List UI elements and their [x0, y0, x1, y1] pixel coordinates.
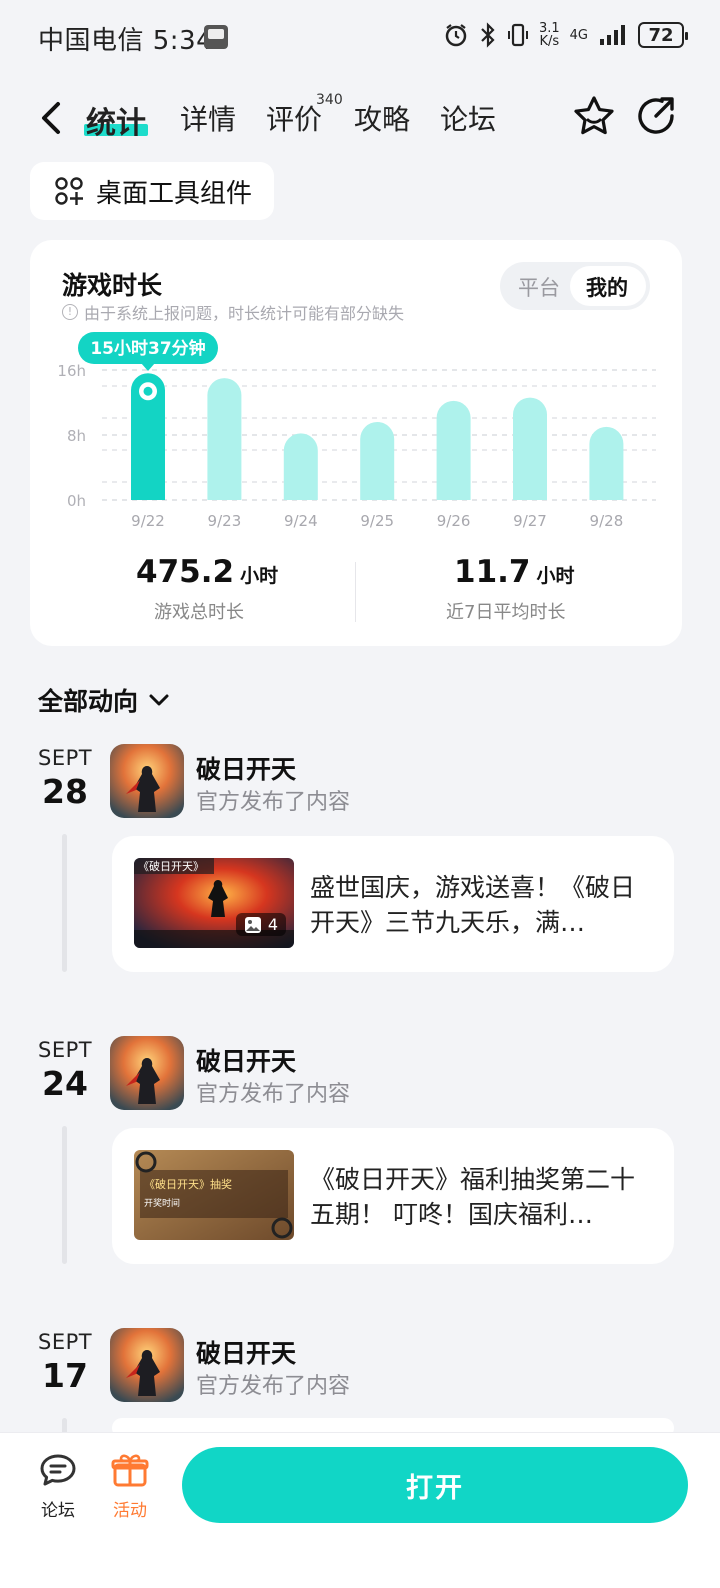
activity-nav-button[interactable]: 活动	[100, 1452, 160, 1521]
forum-chat-icon	[40, 1454, 76, 1486]
x-tick-label: 9/23	[208, 512, 242, 530]
total-playtime: 475.2 小时	[136, 554, 278, 590]
svg-text:《破日开天》: 《破日开天》	[138, 859, 204, 873]
x-tick-label: 9/25	[360, 512, 394, 530]
post-text[interactable]: 盛世国庆，游戏送喜！《破日开天》三节九天乐，满…	[310, 870, 650, 940]
playtime-title: 游戏时长	[62, 271, 163, 300]
status-icons: 3.1 K/s 4G 72	[443, 21, 688, 49]
game-avatar[interactable]	[110, 1036, 184, 1110]
x-tick-label: 9/22	[131, 512, 165, 530]
playtime-note: ! 由于系统上报问题，时长统计可能有部分缺失	[62, 300, 404, 324]
game-name[interactable]: 破日开天	[196, 1042, 296, 1078]
back-arrow-icon[interactable]	[36, 98, 72, 138]
timeline-line	[62, 1126, 67, 1264]
total-playtime-unit: 小时	[240, 565, 279, 587]
feed-item-month: SEPT	[38, 746, 93, 770]
tab-forum[interactable]: 论坛	[440, 98, 496, 138]
game-name[interactable]: 破日开天	[196, 1334, 296, 1370]
notification-icon	[204, 25, 228, 49]
widgets-icon	[55, 177, 83, 205]
svg-text:《破日开天》抽奖: 《破日开天》抽奖	[144, 1177, 232, 1191]
image-count: 4	[267, 915, 278, 934]
total-playtime-label: 游戏总时长	[154, 602, 244, 623]
status-bar: 中国电信 5:34 3.1 K/s 4G 72	[0, 0, 720, 76]
tab-reviews[interactable]: 评价	[266, 98, 322, 138]
x-tick-label: 9/26	[437, 512, 471, 530]
playtime-bar-chart: 0h 8h 16h 9/22 15小时37分钟 9/23 9/24 9/25 9/26 9/27 9…	[57, 332, 656, 530]
post-thumbnail[interactable]: 《破日开天》抽奖 开奖时间	[134, 1150, 294, 1240]
y-tick-label: 16h	[57, 362, 86, 380]
feed-item-day: 28	[42, 772, 88, 811]
game-name[interactable]: 破日开天	[196, 750, 296, 786]
image-icon	[244, 916, 261, 933]
share-icon[interactable]	[634, 94, 678, 138]
bluetooth-icon	[481, 22, 495, 48]
timeline-line	[62, 834, 67, 972]
playtime-note-text: 由于系统上报问题，时长统计可能有部分缺失	[84, 304, 405, 323]
avg-playtime-label: 近7日平均时长	[446, 602, 566, 623]
open-game-button[interactable]: 打开	[182, 1447, 688, 1523]
carrier-time: 中国电信 5:34	[38, 26, 214, 56]
y-tick-label: 0h	[67, 492, 86, 510]
desktop-widget-button[interactable]: 桌面工具组件	[30, 162, 274, 220]
svg-text:开奖时间: 开奖时间	[144, 1197, 180, 1209]
total-playtime-value: 475.2	[136, 554, 235, 590]
tab-guides[interactable]: 攻略	[354, 98, 410, 138]
tooltip-text: 15小时37分钟	[90, 338, 205, 359]
tab-stats[interactable]: 统计	[86, 98, 146, 142]
feed-title: 全部动向	[38, 687, 139, 716]
chart-bar[interactable]	[436, 400, 471, 500]
net-speed: 3.1 K/s	[538, 21, 560, 49]
vibrate-icon	[507, 23, 528, 47]
avg-playtime-value: 11.7	[454, 554, 531, 590]
post-text[interactable]: 《破日开天》福利抽奖第二十五期！ 叮咚！国庆福利…	[310, 1162, 650, 1232]
avg-playtime: 11.7 小时	[454, 554, 575, 590]
image-count-badge: 4	[235, 913, 286, 936]
battery-indicator: 72	[638, 22, 688, 48]
x-tick-label: 9/28	[590, 512, 624, 530]
data-source-toggle[interactable]: 平台 我的	[500, 262, 650, 310]
feed-item-day: 17	[42, 1356, 88, 1395]
feed-action-text: 官方发布了内容	[196, 790, 351, 815]
game-avatar[interactable]	[110, 1328, 184, 1402]
x-tick-label: 9/27	[513, 512, 547, 530]
chevron-down-icon	[149, 694, 169, 706]
stats-divider	[355, 562, 356, 622]
chart-bar[interactable]	[513, 397, 547, 500]
signal-icon	[600, 25, 625, 45]
feed-item-month: SEPT	[38, 1330, 93, 1354]
forum-nav-button[interactable]: 论坛	[28, 1452, 88, 1521]
forum-nav-label: 论坛	[41, 1501, 75, 1521]
feed-item-day: 24	[42, 1064, 88, 1103]
game-avatar[interactable]	[110, 744, 184, 818]
segment-mine[interactable]: 我的	[586, 272, 628, 302]
feed-filter-dropdown[interactable]: 全部动向	[38, 682, 170, 718]
star-icon[interactable]	[572, 94, 616, 138]
chart-bar[interactable]	[207, 378, 242, 500]
chart-bar[interactable]	[283, 433, 318, 500]
tab-details[interactable]: 详情	[180, 98, 236, 138]
post-thumbnail[interactable]: 《破日开天》 4	[134, 858, 294, 948]
network-type: 4G	[569, 27, 588, 43]
y-tick-label: 8h	[67, 427, 86, 445]
activity-nav-label: 活动	[113, 1501, 147, 1521]
chart-bar[interactable]	[589, 426, 624, 500]
feed-action-text: 官方发布了内容	[196, 1082, 351, 1107]
segment-platform[interactable]: 平台	[518, 272, 560, 302]
info-icon: !	[62, 304, 78, 320]
feed-item-month: SEPT	[38, 1038, 93, 1062]
avg-playtime-unit: 小时	[536, 565, 575, 587]
x-tick-label: 9/24	[284, 512, 318, 530]
widget-label: 桌面工具组件	[96, 178, 253, 209]
feed-action-text: 官方发布了内容	[196, 1374, 351, 1399]
alarm-icon	[445, 24, 467, 47]
gift-icon	[111, 1454, 149, 1487]
chart-bar[interactable]	[360, 422, 395, 500]
selected-bar-marker-dot	[143, 386, 153, 396]
reviews-count-badge: 340	[316, 92, 343, 108]
